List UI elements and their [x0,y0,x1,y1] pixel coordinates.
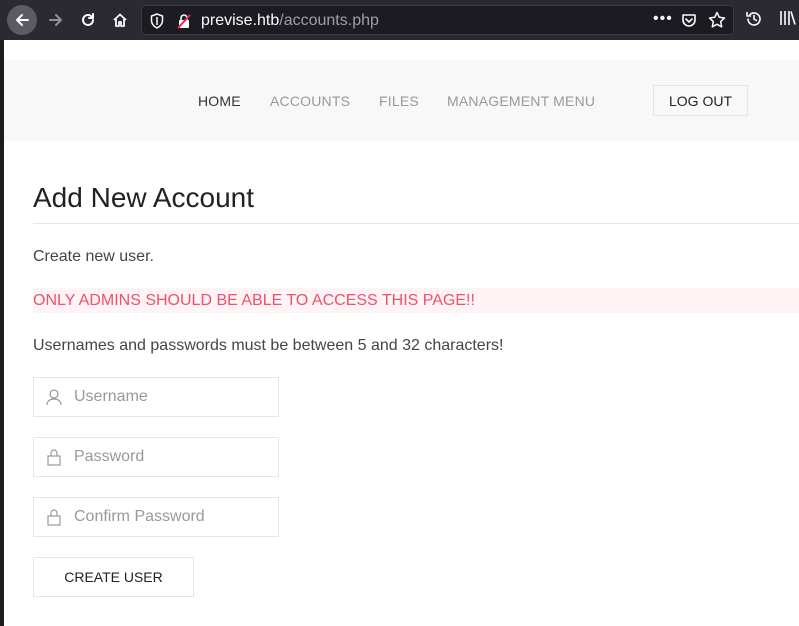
username-field [33,377,279,417]
url-path: /accounts.php [279,12,379,29]
title-divider [33,223,799,224]
page-title: Add New Account [33,182,255,213]
lock-icon [47,449,61,466]
library-icon[interactable] [779,9,797,27]
reload-button[interactable] [73,5,103,35]
nav-files[interactable]: FILES [379,93,419,109]
arrow-left-icon [16,14,29,26]
home-icon [113,13,127,27]
url-text[interactable]: previse.htb/accounts.php [201,12,379,30]
create-user-button[interactable]: CREATE USER [33,557,194,597]
url-bar[interactable]: previse.htb/accounts.php ••• [141,5,734,35]
insecure-lock-icon[interactable] [176,13,192,29]
reload-icon [82,13,94,26]
credential-rules-text: Usernames and passwords must be between … [33,337,504,354]
confirm-password-field [33,497,279,537]
arrow-right-icon [49,14,62,26]
site-navbar: HOME ACCOUNTS FILES MANAGEMENT MENU LOG … [4,60,799,141]
password-field [33,437,279,477]
nav-accounts[interactable]: ACCOUNTS [270,93,350,109]
pocket-icon[interactable] [681,12,697,28]
forward-button[interactable] [41,5,71,35]
lock-icon [47,509,61,526]
logout-button[interactable]: LOG OUT [653,85,748,116]
user-icon [46,389,62,406]
nav-home[interactable]: HOME [198,93,241,109]
page-top-spacer [4,40,799,60]
admin-warning: ONLY ADMINS SHOULD BE ABLE TO ACCESS THI… [33,288,799,313]
nav-management-menu[interactable]: MANAGEMENT MENU [447,93,595,109]
history-icon[interactable] [745,10,763,28]
home-button[interactable] [105,5,135,35]
shield-icon[interactable] [150,13,164,29]
username-input[interactable] [74,378,274,416]
back-button[interactable] [7,5,37,35]
intro-text: Create new user. [33,248,154,265]
star-icon[interactable] [708,11,726,29]
browser-toolbar: previse.htb/accounts.php ••• [0,0,799,40]
confirm-password-input[interactable] [74,498,274,536]
page-content: HOME ACCOUNTS FILES MANAGEMENT MENU LOG … [4,60,799,626]
page-actions-menu[interactable]: ••• [653,10,673,28]
password-input[interactable] [74,438,274,476]
url-host: previse.htb [201,12,280,29]
